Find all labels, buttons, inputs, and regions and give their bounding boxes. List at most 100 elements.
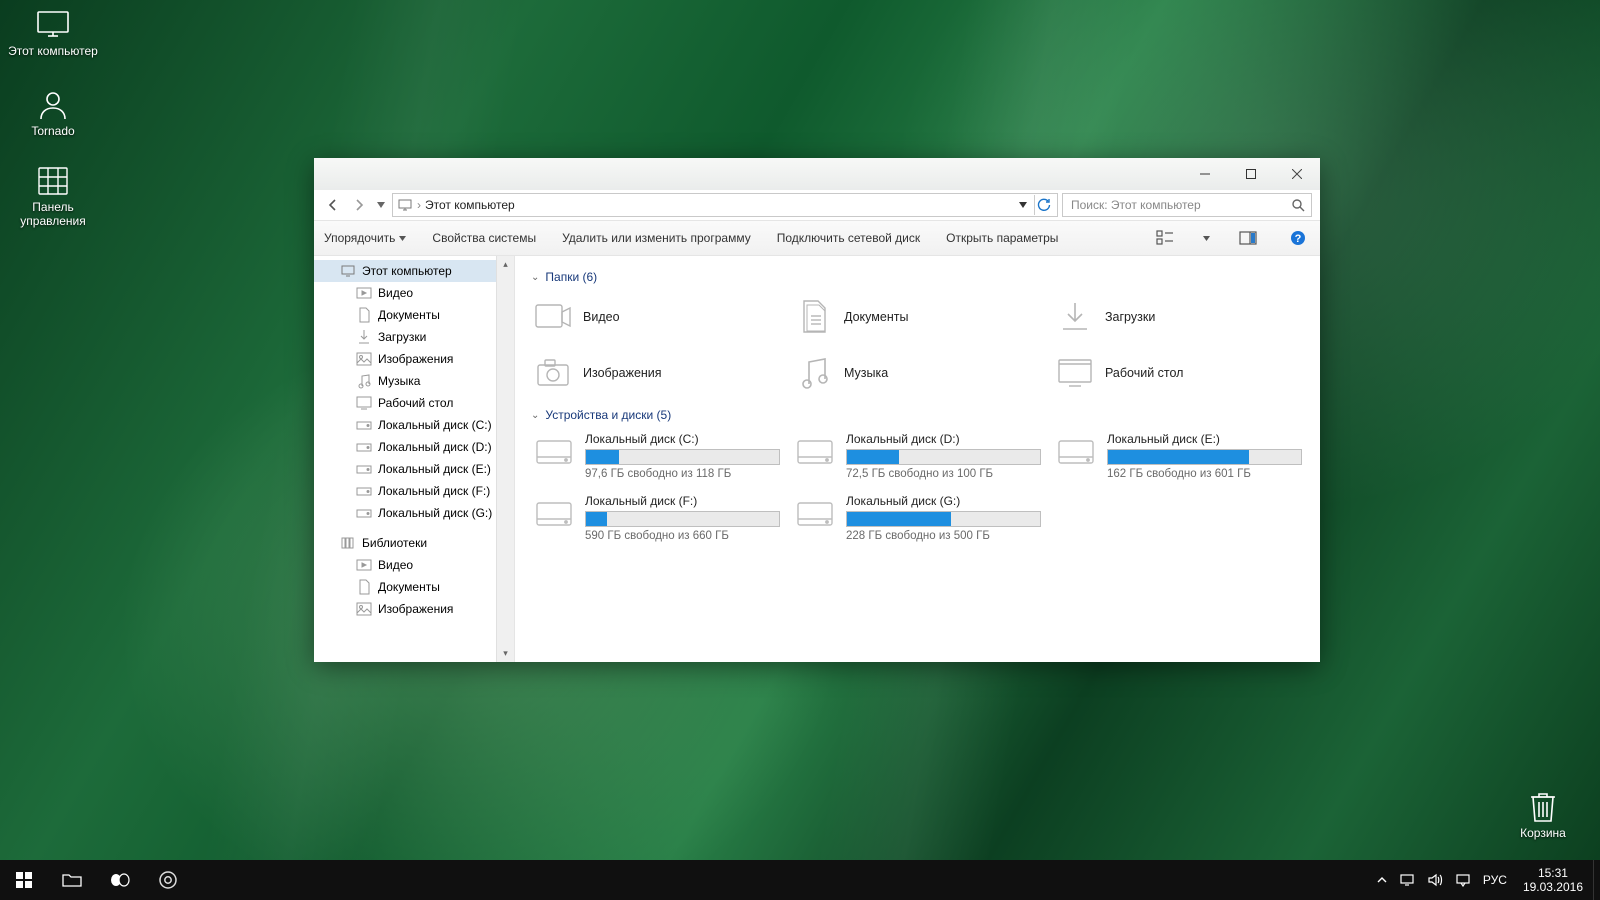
nav-forward-button[interactable] <box>348 194 370 216</box>
taskbar-app-1[interactable] <box>96 860 144 900</box>
drive-f[interactable]: Локальный диск (F:) 590 ГБ свободно из 6… <box>531 492 782 544</box>
nav-disk-f[interactable]: Локальный диск (F:) <box>314 480 514 502</box>
nav-disk-g[interactable]: Локальный диск (G:) <box>314 502 514 524</box>
tray-volume-icon[interactable] <box>1421 860 1449 900</box>
drive-icon <box>1055 432 1097 474</box>
start-button[interactable] <box>0 860 48 900</box>
music-icon <box>356 373 372 389</box>
toolbar-system-properties[interactable]: Свойства системы <box>432 231 536 245</box>
folder-music[interactable]: Музыка <box>792 348 1043 398</box>
tray-date: 19.03.2016 <box>1523 880 1583 894</box>
folder-desktop[interactable]: Рабочий стол <box>1053 348 1304 398</box>
drive-icon <box>356 461 372 477</box>
help-button[interactable]: ? <box>1286 226 1310 250</box>
desktop-icon-label: Этот компьютер <box>8 44 98 58</box>
maximize-button[interactable] <box>1228 158 1274 190</box>
preview-pane-button[interactable] <box>1236 226 1260 250</box>
tray-network-icon[interactable] <box>1393 860 1421 900</box>
search-input[interactable] <box>1069 197 1291 213</box>
nav-disk-c[interactable]: Локальный диск (C:) <box>314 414 514 436</box>
minimize-button[interactable] <box>1182 158 1228 190</box>
folder-pictures[interactable]: Изображения <box>531 348 782 398</box>
nav-pictures[interactable]: Изображения <box>314 348 514 370</box>
toolbar-uninstall[interactable]: Удалить или изменить программу <box>562 231 751 245</box>
taskbar: РУС 15:31 19.03.2016 <box>0 860 1600 900</box>
desktop-icon <box>1055 353 1095 393</box>
drive-icon <box>533 494 575 536</box>
refresh-button[interactable] <box>1034 195 1053 215</box>
desktop-icon-this-pc[interactable]: Этот компьютер <box>8 8 98 58</box>
music-icon <box>794 353 834 393</box>
desktop-icon <box>356 395 372 411</box>
nav-music[interactable]: Музыка <box>314 370 514 392</box>
video-icon <box>356 285 372 301</box>
folder-documents[interactable]: Документы <box>792 292 1043 342</box>
drive-c[interactable]: Локальный диск (C:) 97,6 ГБ свободно из … <box>531 430 782 482</box>
nav-recent-button[interactable] <box>374 194 388 216</box>
address-row: › Этот компьютер <box>314 190 1320 220</box>
nav-disk-d[interactable]: Локальный диск (D:) <box>314 436 514 458</box>
group-header-folders[interactable]: ⌄Папки (6) <box>531 270 1304 284</box>
desktop-icon-recycle-bin[interactable]: Корзина <box>1498 790 1588 840</box>
video-icon <box>356 557 372 573</box>
toolbar-map-drive[interactable]: Подключить сетевой диск <box>777 231 920 245</box>
user-icon <box>33 88 73 122</box>
tray-action-center-icon[interactable] <box>1449 860 1477 900</box>
drive-d[interactable]: Локальный диск (D:) 72,5 ГБ свободно из … <box>792 430 1043 482</box>
desktop[interactable]: Этот компьютер Tornado Панель управления <box>0 0 1600 900</box>
chevron-down-icon: ⌄ <box>531 410 539 421</box>
nav-downloads[interactable]: Загрузки <box>314 326 514 348</box>
nav-documents[interactable]: Документы <box>314 304 514 326</box>
taskbar-chrome[interactable] <box>144 860 192 900</box>
drive-icon <box>356 439 372 455</box>
nav-lib-videos[interactable]: Видео <box>314 554 514 576</box>
close-button[interactable] <box>1274 158 1320 190</box>
desktop-icon-control-panel[interactable]: Панель управления <box>8 164 98 228</box>
view-options-button[interactable] <box>1153 226 1177 250</box>
nav-disk-e[interactable]: Локальный диск (E:) <box>314 458 514 480</box>
folder-downloads[interactable]: Загрузки <box>1053 292 1304 342</box>
titlebar[interactable] <box>314 158 1320 190</box>
nav-back-button[interactable] <box>322 194 344 216</box>
drive-g[interactable]: Локальный диск (G:) 228 ГБ свободно из 5… <box>792 492 1043 544</box>
drive-e[interactable]: Локальный диск (E:) 162 ГБ свободно из 6… <box>1053 430 1304 482</box>
search-box[interactable] <box>1062 193 1312 217</box>
nav-lib-pictures[interactable]: Изображения <box>314 598 514 620</box>
nav-libraries[interactable]: Библиотеки <box>314 532 514 554</box>
nav-videos[interactable]: Видео <box>314 282 514 304</box>
breadcrumb[interactable]: Этот компьютер <box>425 198 515 212</box>
computer-icon <box>340 263 356 279</box>
desktop-icon-tornado[interactable]: Tornado <box>8 88 98 138</box>
desktop-icon-label: Tornado <box>31 124 74 138</box>
scroll-down-icon[interactable]: ▾ <box>497 645 514 662</box>
address-bar[interactable]: › Этот компьютер <box>392 193 1058 217</box>
scroll-up-icon[interactable]: ▴ <box>497 256 514 273</box>
tray-overflow-button[interactable] <box>1371 860 1393 900</box>
tray-clock[interactable]: 15:31 19.03.2016 <box>1513 866 1593 894</box>
video-icon <box>533 297 573 337</box>
search-icon <box>1291 198 1305 212</box>
chevron-down-icon[interactable] <box>1203 236 1210 241</box>
chevron-down-icon: ⌄ <box>531 272 539 283</box>
toolbar-open-settings[interactable]: Открыть параметры <box>946 231 1058 245</box>
capacity-bar <box>1107 449 1302 465</box>
capacity-bar <box>846 449 1041 465</box>
drive-icon <box>356 505 372 521</box>
show-desktop-button[interactable] <box>1593 860 1600 900</box>
nav-lib-documents[interactable]: Документы <box>314 576 514 598</box>
address-history-button[interactable] <box>1014 195 1032 215</box>
nav-this-pc[interactable]: Этот компьютер <box>314 260 514 282</box>
trash-icon <box>1523 790 1563 824</box>
taskbar-explorer[interactable] <box>48 860 96 900</box>
tray-language[interactable]: РУС <box>1477 860 1513 900</box>
picture-icon <box>533 353 573 393</box>
picture-icon <box>356 351 372 367</box>
folder-videos[interactable]: Видео <box>531 292 782 342</box>
toolbar-organize[interactable]: Упорядочить <box>324 231 406 245</box>
nav-desktop[interactable]: Рабочий стол <box>314 392 514 414</box>
toolbar: Упорядочить Свойства системы Удалить или… <box>314 220 1320 256</box>
group-header-drives[interactable]: ⌄Устройства и диски (5) <box>531 408 1304 422</box>
scrollbar[interactable]: ▴ ▾ <box>496 256 514 662</box>
drive-icon <box>356 483 372 499</box>
svg-text:?: ? <box>1295 233 1302 245</box>
